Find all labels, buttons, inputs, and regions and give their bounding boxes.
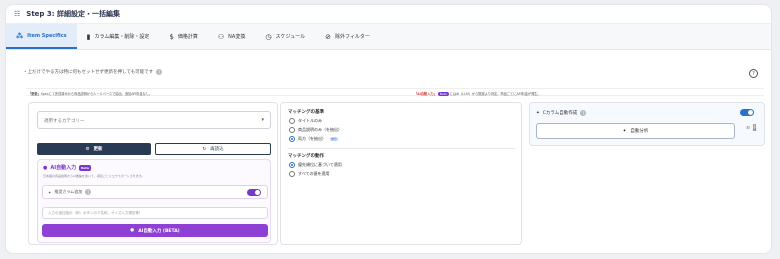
shapes-icon: ⁂: [16, 31, 24, 40]
chevron-down-icon: ▾: [261, 117, 264, 123]
tab-item-specifics[interactable]: ⁂ Item Specifics: [6, 24, 77, 49]
detail-button[interactable]: ☷ 詳細: [746, 124, 758, 131]
tab-bar: ⁂ Item Specifics ▮ カラム編集・削除・設定 $ 価格計算 ⚇ …: [6, 24, 771, 50]
matching-target-option[interactable]: 両方（を抽出） 推奨: [289, 136, 340, 142]
update-button[interactable]: ⚙ 更新: [37, 143, 151, 155]
tab-label: スケジュール: [275, 34, 306, 40]
matching-target-title: マッチングの基準: [288, 110, 324, 115]
tab-label: 除外フィルター: [334, 34, 370, 40]
sparkle-icon: ✦: [622, 128, 627, 134]
ai-run-label: AI自動入力 (BETA): [138, 228, 180, 234]
ai-autofill-title: ● AI自動入力 Beta: [43, 164, 91, 171]
auto-column-panel: ✦ Cカラム自動作成 ? ✦ 自動分析 ☷ 詳細: [529, 102, 765, 146]
tab-label: Item Specifics: [27, 32, 67, 39]
info-right-strong: 「AI自動入力」: [414, 92, 437, 96]
matching-target-option[interactable]: 商品説明のみ（を抽出）: [289, 127, 342, 133]
page-title: Step 3: 詳細設定・一括編集: [26, 10, 120, 18]
auto-column-title: ✦ Cカラム自動作成 ?: [536, 110, 587, 116]
info-left: 「更新」Specにて完成済みから商品説明からルールベースで抽出。追加API料金な…: [28, 91, 152, 96]
question-icon[interactable]: ?: [580, 110, 587, 116]
ai-title-text: AI自動入力: [50, 165, 77, 171]
tab-exclude-filter[interactable]: ⊘ 除外フィルター: [315, 24, 380, 49]
ai-autofill-section: ● AI自動入力 Beta 日本語の商品説明からAI推論を用いて、項目ごとにエク…: [37, 159, 271, 243]
beta-badge: Beta: [437, 92, 449, 96]
matching-target-option[interactable]: タイトルのみ: [289, 118, 322, 124]
option-label: 優先順位に基づいて適用: [298, 162, 342, 167]
user-swap-icon: ⚇: [217, 32, 225, 41]
question-icon[interactable]: ?: [85, 189, 92, 195]
option-label: 両方（を抽出）: [298, 136, 326, 141]
sparkle-icon: ✦: [48, 189, 52, 195]
lightbulb-icon: ●: [130, 228, 135, 233]
sliders-icon: ☷: [746, 125, 750, 130]
usage-note-text: ・上だけでやる方は特に何もセットせず更新を押しても可能です: [23, 70, 154, 75]
matching-action-option[interactable]: すべての値を適用: [289, 171, 330, 177]
tab-price-calc[interactable]: $ 価格計算: [159, 24, 207, 49]
tab-label: カラム編集・削除・設定: [94, 34, 150, 40]
tab-column-edit[interactable]: ▮ カラム編集・削除・設定: [77, 24, 160, 49]
info-left-strong: 「更新」: [28, 92, 41, 96]
option-label: すべての値を適用: [298, 171, 330, 176]
recommended-badge: 推奨: [329, 137, 340, 141]
matching-action-option[interactable]: 優先順位に基づいて適用: [289, 162, 342, 168]
info-right: 「AI自動入力」 Beta にはAI（LLM）から推奨より判定。商品ごとにAPI…: [414, 91, 541, 96]
main-window: ☷ Step 3: 詳細設定・一括編集 ⁂ Item Specifics ▮ カ…: [5, 4, 772, 254]
filter-icon: ⊘: [325, 32, 331, 41]
recommend-label: 推奨カラム追加: [54, 189, 83, 194]
dollar-icon: $: [169, 32, 174, 41]
reload-button[interactable]: ↻ 再読込: [155, 143, 271, 155]
tab-label: NA変換: [228, 34, 246, 40]
category-panel: 適用するカテゴリー ▾ ⚙ 更新 ↻ 再読込 ● AI自動入力 Beta 日本語…: [28, 102, 278, 245]
tab-schedule[interactable]: ◷ スケジュール: [255, 24, 315, 49]
tab-label: 価格計算: [177, 34, 198, 40]
radio-button[interactable]: [289, 127, 295, 133]
radio-button[interactable]: [289, 118, 295, 124]
auto-column-toggle[interactable]: [740, 109, 754, 116]
sparkle-icon: ✦: [536, 110, 540, 116]
matching-action-title: マッチングの動作: [288, 154, 324, 159]
detail-label: 詳細: [753, 124, 757, 131]
clock-icon: ◷: [265, 32, 272, 41]
settings-sliders-icon: ☷: [14, 10, 21, 18]
option-label: タイトルのみ: [298, 118, 322, 123]
beta-badge: Beta: [79, 164, 91, 171]
ai-instruction-input[interactable]: 入力の追加指示（例：ボタンのマ名称、サイズ入力規定等）: [42, 207, 268, 219]
info-bar: 「更新」Specにて完成済みから商品説明からルールベースで抽出。追加API料金な…: [26, 88, 764, 96]
column-icon: ▮: [86, 32, 91, 41]
auto-column-title-text: Cカラム自動作成: [542, 111, 578, 116]
header: ☷ Step 3: 詳細設定・一括編集: [6, 5, 771, 24]
gear-icon: ⚙: [85, 146, 90, 152]
reload-button-label: 再読込: [210, 147, 224, 152]
content-area: ・上だけでやる方は特に何もセットせず更新を押しても可能です ? ? 「更新」Sp…: [16, 63, 765, 253]
recommend-toggle[interactable]: [247, 189, 261, 196]
tab-na-convert[interactable]: ⚇ NA変換: [208, 24, 255, 49]
usage-note: ・上だけでやる方は特に何もセットせず更新を押しても可能です ?: [23, 69, 163, 75]
recommend-columns-row: ✦ 推奨カラム追加 ?: [42, 185, 268, 199]
lightbulb-icon: ●: [43, 164, 48, 171]
category-select-placeholder: 適用するカテゴリー: [44, 119, 85, 124]
refresh-icon: ↻: [202, 146, 207, 152]
ai-run-button[interactable]: ● AI自動入力 (BETA): [42, 224, 268, 237]
info-right-text: にはAI（LLM）から推奨より判定。商品ごとにAPI料金が発生。: [449, 92, 541, 96]
radio-button[interactable]: [289, 162, 295, 168]
auto-analyze-label: 自動分析: [630, 129, 649, 134]
category-select[interactable]: 適用するカテゴリー ▾: [37, 111, 271, 129]
radio-button[interactable]: [289, 171, 295, 177]
update-button-label: 更新: [93, 147, 103, 152]
option-label: 商品説明のみ（を抽出）: [298, 127, 342, 132]
question-icon[interactable]: ?: [156, 69, 163, 75]
radio-button[interactable]: [289, 136, 295, 142]
matching-panel: マッチングの基準 タイトルのみ 商品説明のみ（を抽出） 両方（を抽出） 推奨 マ…: [280, 102, 522, 245]
help-icon[interactable]: ?: [749, 69, 758, 78]
divider: [288, 148, 516, 149]
ai-subtitle: 日本語の商品説明からAI推論を用いて、項目ごとにエクスポートされます。: [43, 174, 145, 178]
info-left-text: Specにて完成済みから商品説明からルールベースで抽出。追加API料金なし。: [40, 92, 153, 96]
auto-analyze-button[interactable]: ✦ 自動分析: [536, 123, 735, 139]
